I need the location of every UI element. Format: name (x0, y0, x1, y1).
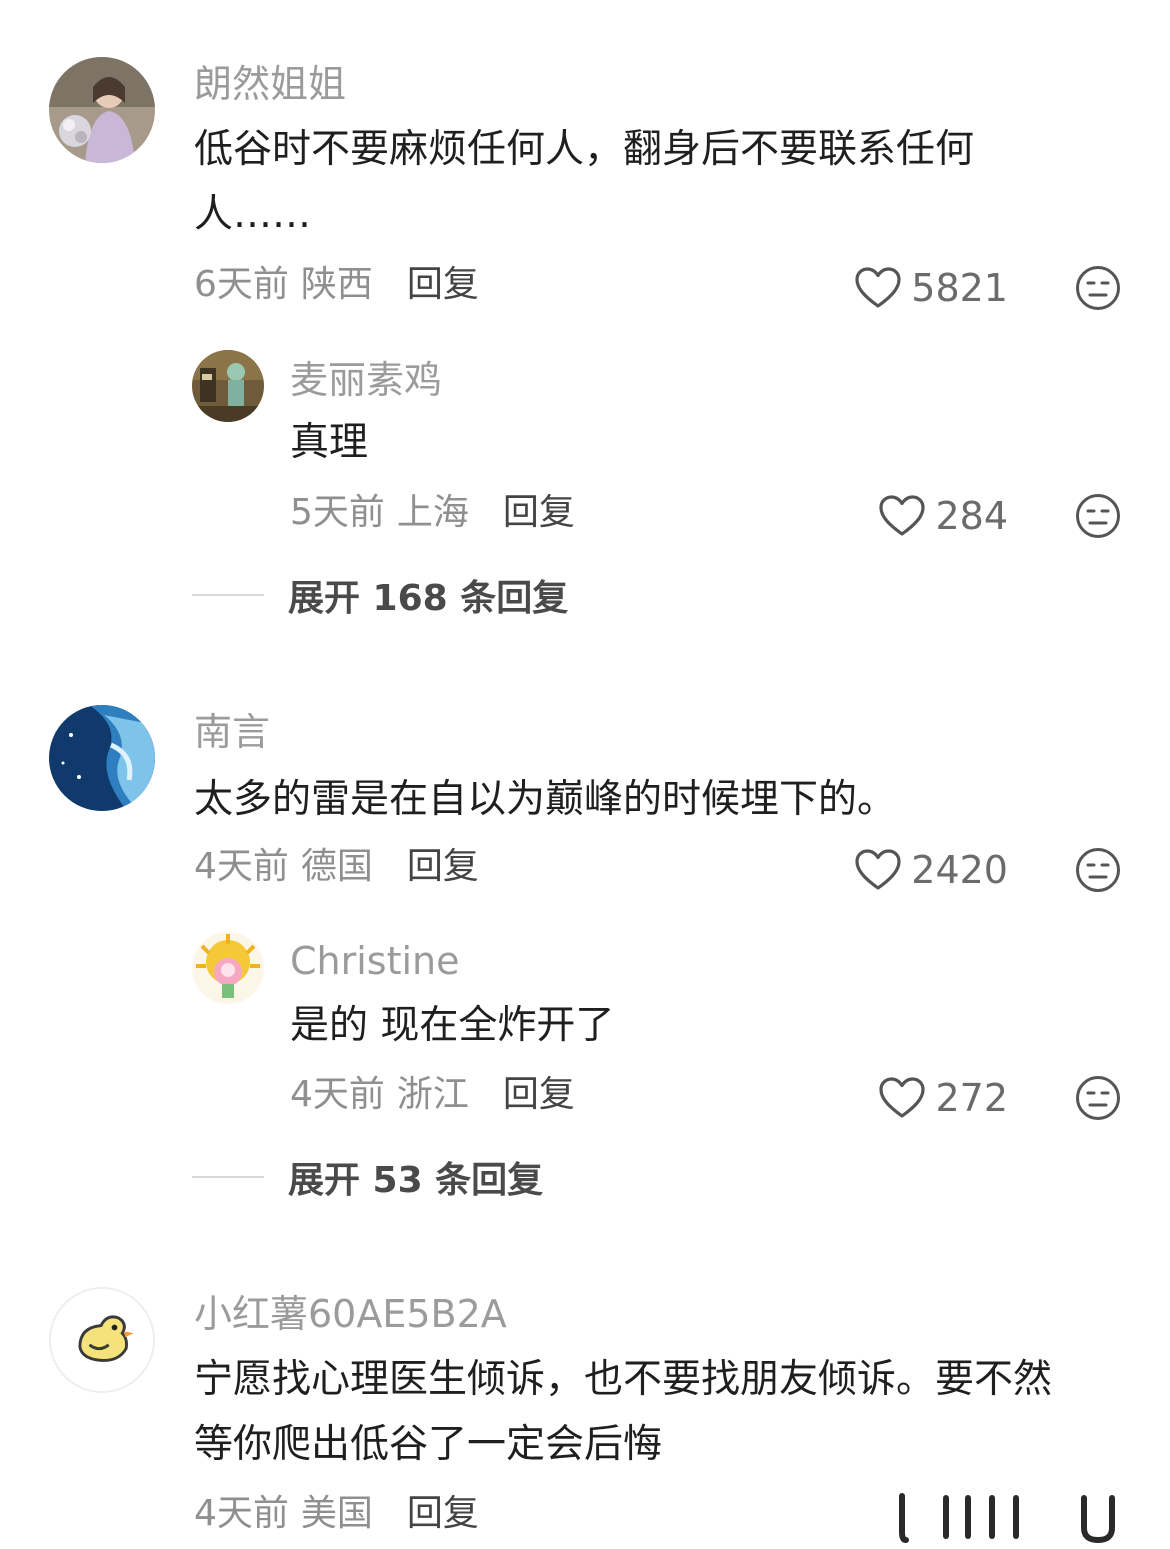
meh-face-icon[interactable] (1075, 1075, 1121, 1121)
reply-location: 浙江 (396, 1074, 469, 1115)
reply-location: 上海 (396, 492, 469, 533)
expand-replies-label: 展开 53 条回复 (288, 1160, 544, 1201)
comment-text-line: 等你爬出低谷了一定会后悔 (194, 1422, 663, 1467)
comment-text-line: 低谷时不要麻烦任何人，翻身后不要联系任何 (194, 127, 975, 172)
comment-time: 6天前 (194, 264, 289, 305)
meh-face-icon[interactable] (1075, 493, 1121, 539)
avatar[interactable] (192, 350, 264, 422)
like-button[interactable]: 272 (878, 1074, 1008, 1122)
like-count: 284 (935, 494, 1008, 538)
reply-time: 4天前 (290, 1074, 385, 1115)
like-button[interactable]: 284 (878, 492, 1008, 540)
comment-location: 美国 (300, 1493, 373, 1534)
reply-button[interactable]: 回复 (503, 492, 575, 533)
comment-username[interactable]: 南言 (194, 708, 270, 756)
comment-username[interactable]: 小红薯60AE5B2A (194, 1290, 507, 1338)
avatar[interactable] (49, 705, 155, 811)
heart-outline-icon (879, 495, 926, 536)
divider-line (192, 594, 264, 596)
reply-text: 真理 (290, 420, 369, 465)
meh-face-icon[interactable] (1075, 847, 1121, 893)
comment-username[interactable]: 朗然姐姐 (194, 60, 346, 108)
like-count: 2420 (911, 848, 1008, 892)
divider-line (192, 1176, 264, 1178)
comment-location: 陕西 (300, 264, 373, 305)
reply-button[interactable]: 回复 (407, 264, 479, 305)
reply-button[interactable]: 回复 (503, 1074, 575, 1115)
comment-text-line: 宁愿找心理医生倾诉，也不要找朋友倾诉。要不然 (194, 1357, 1053, 1402)
reply-meta: 4天前 浙江 回复 (290, 1072, 575, 1118)
reply-button[interactable]: 回复 (407, 1493, 479, 1534)
watermark-logo (892, 1492, 1122, 1544)
comment-time: 4天前 (194, 846, 289, 887)
heart-outline-icon (855, 267, 901, 308)
comment-time: 4天前 (194, 1493, 289, 1534)
reply-button[interactable]: 回复 (407, 846, 479, 887)
comment-location: 德国 (300, 846, 373, 887)
like-count: 272 (935, 1076, 1008, 1120)
avatar[interactable] (49, 1287, 155, 1393)
like-count: 5821 (911, 266, 1008, 310)
expand-replies-button[interactable]: 展开 53 条回复 (192, 1153, 543, 1201)
reply-username[interactable]: 麦丽素鸡 (290, 356, 442, 404)
reply-meta: 5天前 上海 回复 (290, 490, 575, 536)
comment-meta: 4天前 德国 回复 (194, 844, 479, 890)
like-button[interactable]: 5821 (854, 264, 1008, 312)
heart-outline-icon (879, 1077, 926, 1118)
reply-time: 5天前 (290, 492, 385, 533)
comment-text-line: 太多的雷是在自以为巅峰的时候埋下的。 (194, 777, 897, 822)
avatar[interactable] (192, 932, 264, 1004)
meh-face-icon[interactable] (1075, 265, 1121, 311)
expand-replies-label: 展开 168 条回复 (288, 578, 569, 619)
avatar[interactable] (49, 57, 155, 163)
like-button[interactable]: 2420 (854, 846, 1008, 894)
reply-text: 是的 现在全炸开了 (290, 1003, 615, 1048)
expand-replies-button[interactable]: 展开 168 条回复 (192, 571, 568, 619)
reply-username[interactable]: Christine (290, 937, 460, 985)
comment-text-line: 人…… (194, 192, 312, 237)
comment-meta: 6天前 陕西 回复 (194, 262, 479, 308)
comment-meta: 4天前 美国 回复 (194, 1491, 479, 1537)
heart-outline-icon (855, 849, 901, 890)
